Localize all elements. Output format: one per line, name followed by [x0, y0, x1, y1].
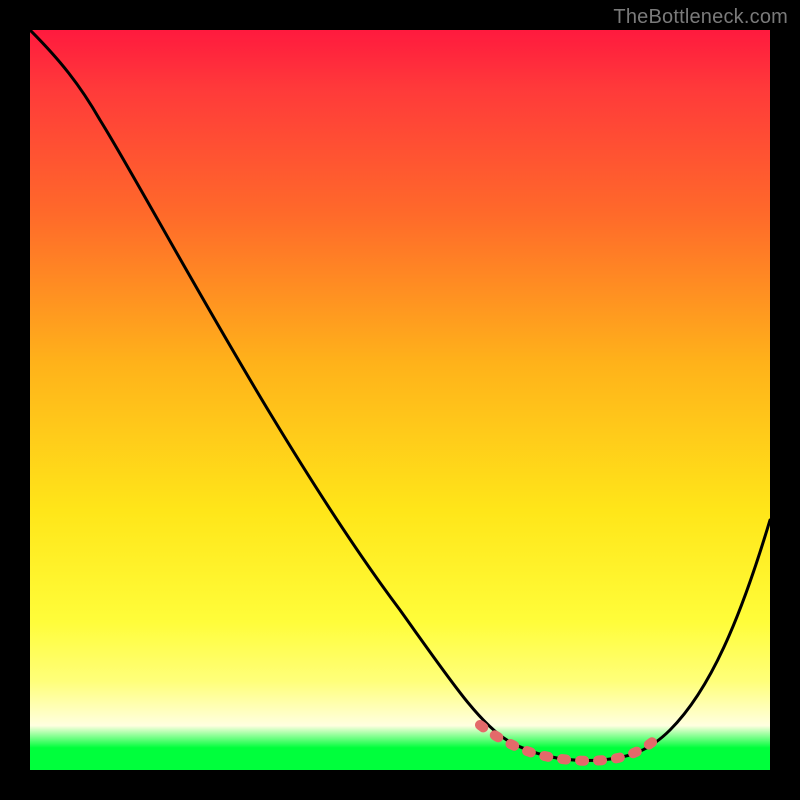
watermark-text: TheBottleneck.com — [613, 6, 788, 29]
bottleneck-curve — [30, 30, 770, 760]
chart-plot-area — [30, 30, 770, 770]
highlight-segment — [480, 725, 655, 761]
chart-svg — [30, 30, 770, 770]
